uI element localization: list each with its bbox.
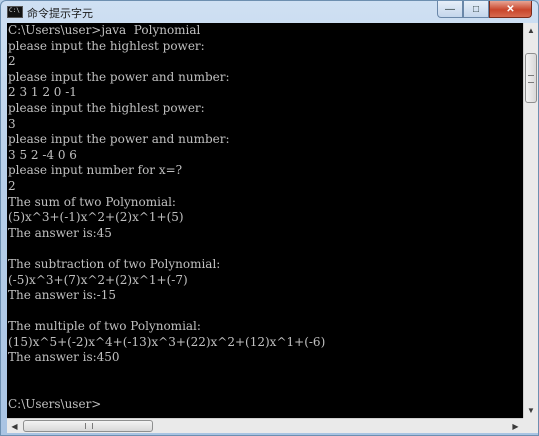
horizontal-scroll-thumb[interactable] <box>23 420 153 432</box>
console-line: 2 <box>8 178 16 193</box>
console-line: C:\Users\user>java Polynomial <box>8 23 201 37</box>
console-line: please input the highlest power: <box>8 100 205 115</box>
scroll-right-arrow-icon[interactable]: ▶ <box>508 419 523 433</box>
console-window: C:\ 命令提示字元 — □ ✕ C:\Users\user>java Poly… <box>0 0 539 436</box>
console-output[interactable]: C:\Users\user>java Polynomial please inpu… <box>7 23 523 418</box>
scroll-down-arrow-icon[interactable]: ▼ <box>524 403 538 418</box>
window-title: 命令提示字元 <box>27 8 93 20</box>
cmd-icon[interactable]: C:\ <box>7 6 23 18</box>
maximize-button[interactable]: □ <box>463 1 489 18</box>
console-line: please input the power and number: <box>8 69 230 84</box>
console-line: The answer is:45 <box>8 225 112 240</box>
console-line: please input the highlest power: <box>8 38 205 53</box>
vertical-scroll-thumb[interactable] <box>525 53 537 103</box>
minimize-button[interactable]: — <box>437 1 463 18</box>
console-line: The multiple of two Polynomial: <box>8 319 201 334</box>
close-button[interactable]: ✕ <box>489 1 532 18</box>
console-line: please input number for x=? <box>8 163 183 178</box>
console-line: 3 <box>8 116 16 131</box>
console-line: (-5)x^3+(7)x^2+(2)x^1+(-7) <box>8 272 188 287</box>
console-line: (15)x^5+(-2)x^4+(-13)x^3+(22)x^2+(12)x^1… <box>8 334 326 349</box>
console-line: The subtraction of two Polynomial: <box>8 256 221 271</box>
console-line: 3 5 2 -4 0 6 <box>8 147 77 162</box>
cmd-icon-text: C:\ <box>9 7 20 14</box>
console-line: The answer is:-15 <box>8 288 116 303</box>
title-bar[interactable]: C:\ 命令提示字元 — □ ✕ <box>1 1 538 23</box>
console-line: C:\Users\user> <box>8 397 102 412</box>
console-line: please input the power and number: <box>8 132 230 147</box>
scroll-left-arrow-icon[interactable]: ◀ <box>7 419 22 433</box>
console-line: (5)x^3+(-1)x^2+(2)x^1+(5) <box>8 210 184 225</box>
console-line: The sum of two Polynomial: <box>8 194 176 209</box>
scroll-up-arrow-icon[interactable]: ▲ <box>524 23 538 38</box>
console-line: The answer is:450 <box>8 350 120 365</box>
vertical-scrollbar[interactable]: ▲ ▼ <box>523 23 538 418</box>
console-line: 2 3 1 2 0 -1 <box>8 85 77 100</box>
resize-grip[interactable] <box>523 418 538 433</box>
horizontal-scrollbar[interactable]: ◀ ▶ <box>7 418 523 433</box>
window-controls: — □ ✕ <box>437 1 532 19</box>
console-line: 2 <box>8 54 16 69</box>
